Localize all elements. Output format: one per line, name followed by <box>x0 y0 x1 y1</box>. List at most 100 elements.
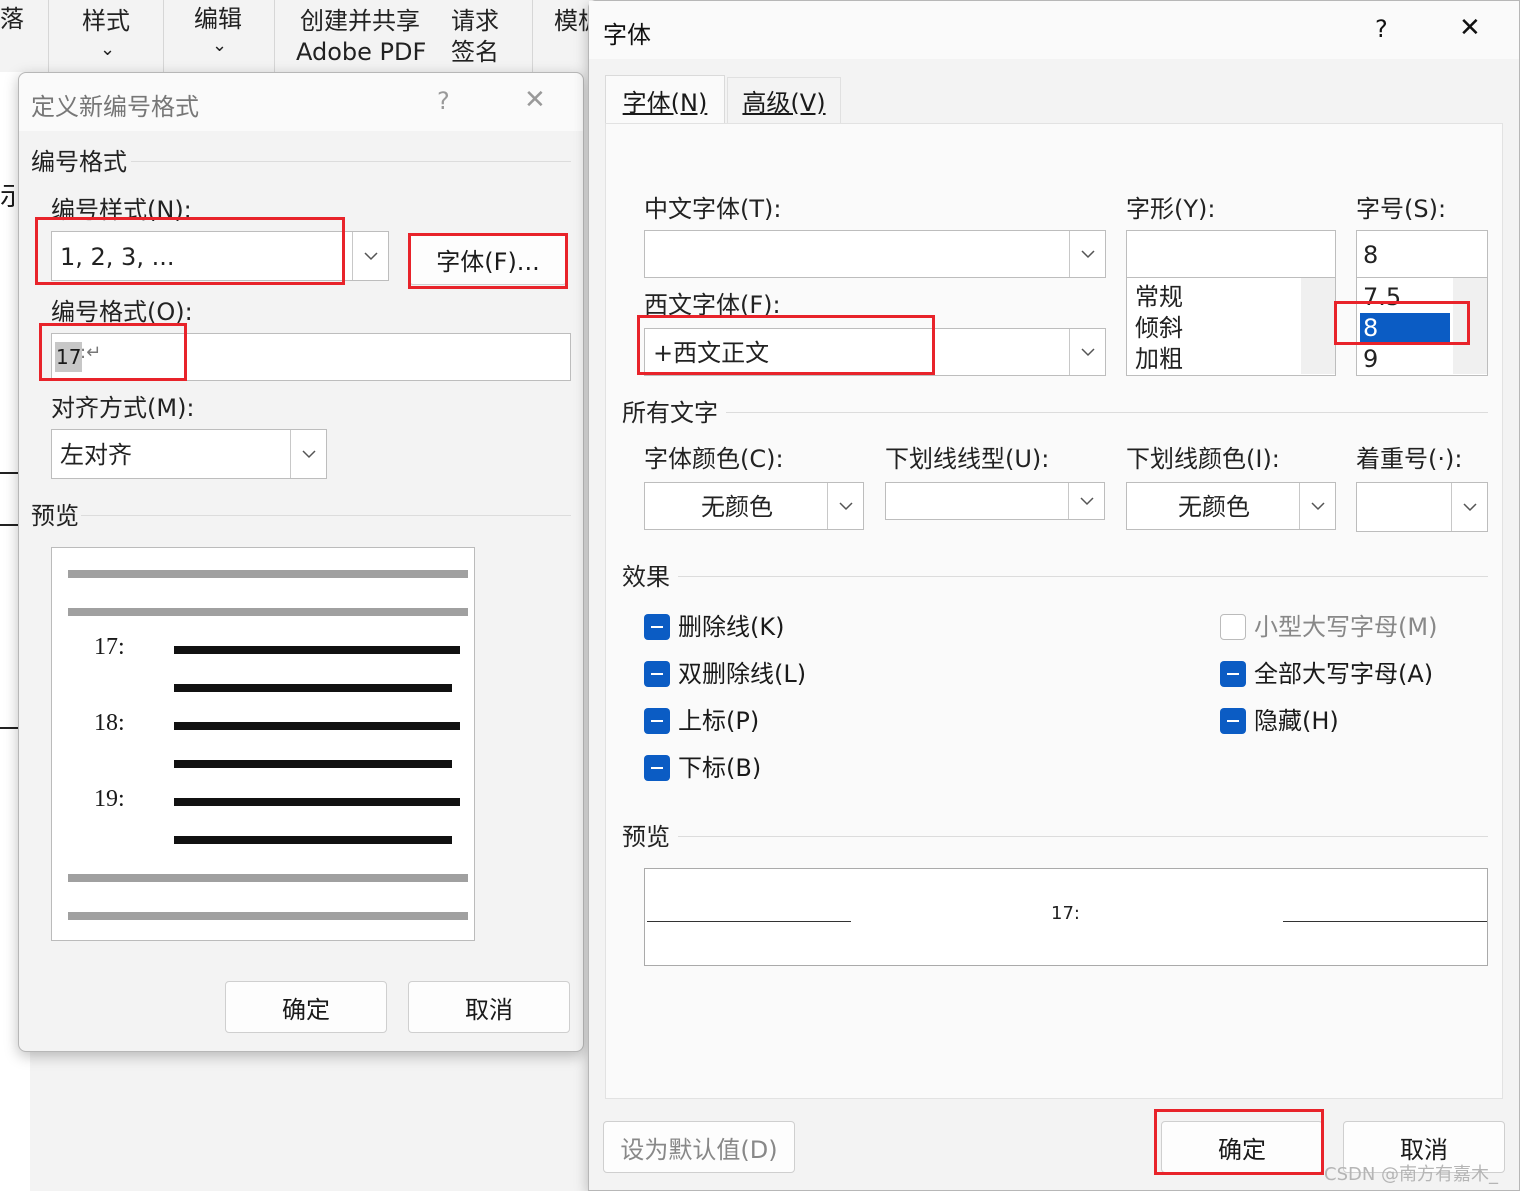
chevron-down-icon <box>1069 329 1105 375</box>
help-icon[interactable]: ? <box>1375 15 1388 43</box>
ok-button[interactable]: 确定 <box>225 981 387 1033</box>
dialog-title: 字体 <box>603 21 651 49</box>
preview-black-line <box>174 684 452 692</box>
subscript-checkbox[interactable] <box>644 755 670 781</box>
document-partial-text: 示 <box>0 182 14 212</box>
font-color-value: 无颜色 <box>701 493 773 521</box>
ribbon-separator <box>163 0 164 72</box>
chevron-down-icon <box>290 430 326 478</box>
close-icon[interactable]: ✕ <box>524 85 546 115</box>
strikethrough-label: 删除线(K) <box>678 613 785 641</box>
tab-panel: 中文字体(T): 西文字体(F): +西文正文 字形(Y): 常规 倾斜 加粗 … <box>605 123 1503 1099</box>
set-default-button[interactable]: 设为默认值(D) <box>603 1121 795 1173</box>
preview-baseline <box>647 921 851 922</box>
chevron-down-icon <box>827 483 863 529</box>
preview-gray-line <box>68 608 468 616</box>
close-icon[interactable]: ✕ <box>1459 13 1481 43</box>
group-effects: 效果 <box>622 563 670 591</box>
ribbon-separator <box>274 0 275 72</box>
ribbon-separator <box>532 0 533 72</box>
all-caps-label: 全部大写字母(A) <box>1254 660 1434 688</box>
highlight-box <box>39 323 187 381</box>
font-dialog: 字体 ? ✕ 字体(N) 高级(V) 中文字体(T): 西文字体(F): +西文… <box>588 0 1520 1191</box>
superscript-checkbox[interactable] <box>644 708 670 734</box>
font-color-label: 字体颜色(C): <box>644 445 784 473</box>
preview-black-line <box>174 646 460 654</box>
preview-black-line <box>174 836 452 844</box>
preview-black-line <box>174 798 460 806</box>
tab-advanced[interactable]: 高级(V) <box>727 77 841 123</box>
alignment-select[interactable]: 左对齐 <box>51 429 327 479</box>
alignment-label: 对齐方式(M): <box>51 394 195 422</box>
cn-font-label: 中文字体(T): <box>644 195 782 223</box>
emphasis-mark-label: 着重号(·): <box>1356 445 1463 473</box>
list-item[interactable]: 9 <box>1363 344 1378 374</box>
dialog-title: 定义新编号格式 <box>31 93 199 121</box>
ribbon-separator <box>48 0 49 72</box>
double-strikethrough-checkbox[interactable] <box>644 661 670 687</box>
tab-font-label: 字体(N) <box>622 89 708 117</box>
preview-gray-line <box>68 874 468 882</box>
highlight-box <box>35 217 345 285</box>
hidden-label: 隐藏(H) <box>1254 707 1339 735</box>
font-style-list[interactable]: 常规 倾斜 加粗 <box>1126 278 1336 376</box>
divider <box>81 515 571 516</box>
group-preview: 预览 <box>622 823 670 851</box>
subscript-label: 下标(B) <box>678 754 762 782</box>
chevron-down-icon <box>1451 483 1487 531</box>
underline-style-select[interactable] <box>885 482 1105 520</box>
small-caps-label: 小型大写字母(M) <box>1254 613 1438 641</box>
ribbon-sign-button[interactable]: 请求 <box>451 6 499 37</box>
ribbon-styles-button[interactable]: 样式 <box>82 6 130 37</box>
list-item[interactable]: 常规 <box>1135 282 1183 312</box>
tab-advanced-label: 高级(V) <box>742 89 826 117</box>
font-color-select[interactable]: 无颜色 <box>644 482 864 530</box>
font-size-label: 字号(S): <box>1356 195 1447 223</box>
list-item[interactable]: 倾斜 <box>1135 313 1183 343</box>
preview-black-line <box>174 722 460 730</box>
watermark: CSDN @南方有嘉木_ <box>1324 1164 1499 1185</box>
tab-font[interactable]: 字体(N) <box>605 75 725 125</box>
list-item[interactable]: 加粗 <box>1135 344 1183 374</box>
preview-number: 17: <box>94 634 125 660</box>
chevron-down-icon: ⌄ <box>100 39 116 60</box>
font-style-label: 字形(Y): <box>1126 195 1216 223</box>
chevron-down-icon <box>1299 483 1335 529</box>
chevron-down-icon <box>1068 483 1104 519</box>
divider <box>726 412 1488 413</box>
cancel-button[interactable]: 取消 <box>408 981 570 1033</box>
superscript-label: 上标(P) <box>678 707 760 735</box>
font-preview: 17: <box>644 868 1488 966</box>
document-line <box>0 524 18 526</box>
cn-font-select[interactable] <box>644 230 1106 278</box>
help-icon[interactable]: ? <box>437 87 450 115</box>
small-caps-checkbox[interactable] <box>1220 614 1246 640</box>
highlight-box <box>408 233 568 289</box>
preview-gray-line <box>68 570 468 578</box>
hidden-checkbox[interactable] <box>1220 708 1246 734</box>
divider <box>678 836 1488 837</box>
underline-color-label: 下划线颜色(I): <box>1126 445 1280 473</box>
emphasis-mark-select[interactable] <box>1356 482 1488 532</box>
font-size-input[interactable]: 8 <box>1356 230 1488 278</box>
all-caps-checkbox[interactable] <box>1220 661 1246 687</box>
ribbon-partial-label: 落 <box>0 5 24 33</box>
highlight-box <box>1154 1109 1324 1175</box>
underline-color-select[interactable]: 无颜色 <box>1126 482 1336 530</box>
chevron-down-icon <box>352 232 388 280</box>
group-numbering-format: 编号格式 <box>31 148 127 176</box>
preview-text: 17: <box>1051 903 1080 924</box>
scrollbar[interactable] <box>1301 278 1335 374</box>
group-preview: 预览 <box>31 502 79 530</box>
numbering-preview: 17: 18: 19: <box>51 547 475 941</box>
divider <box>131 161 571 162</box>
strikethrough-checkbox[interactable] <box>644 614 670 640</box>
font-size-value: 8 <box>1363 241 1379 269</box>
ribbon-sign-label: 签名 <box>451 38 499 66</box>
ribbon-share-pdf-button[interactable]: 创建并共享 <box>300 6 420 37</box>
define-numbering-format-dialog: 定义新编号格式 ? ✕ 编号格式 编号样式(N): 1, 2, 3, ... 字… <box>18 72 584 1052</box>
group-all-text: 所有文字 <box>622 399 718 427</box>
document-line <box>0 727 18 729</box>
preview-number: 18: <box>94 710 125 736</box>
font-style-input[interactable] <box>1126 230 1336 278</box>
